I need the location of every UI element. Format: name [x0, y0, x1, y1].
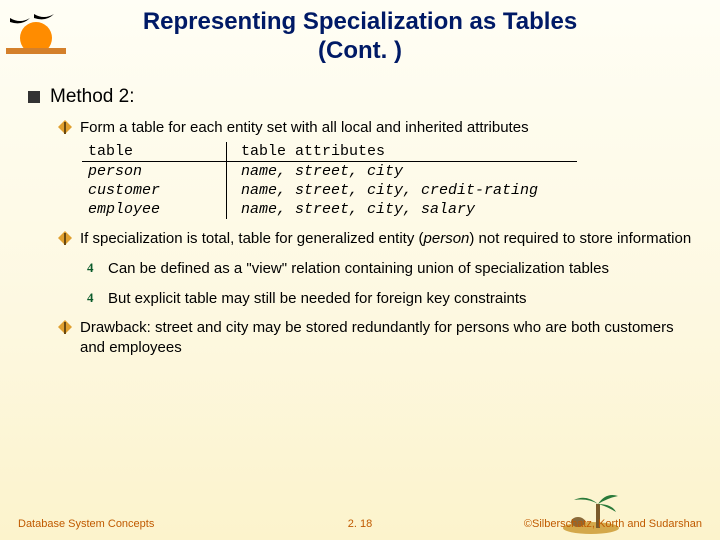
schema-header-attrs: table attributes	[227, 142, 577, 162]
subbullet-view: 4 Can be defined as a "view" relation co…	[86, 259, 692, 279]
slide-body: Method 2: Form a table for each entity s…	[0, 66, 720, 359]
schema-header-table: table	[82, 142, 227, 162]
sign-icon	[58, 320, 72, 337]
sunset-logo	[6, 8, 66, 58]
bullet-total-spec: If specialization is total, table for ge…	[58, 229, 692, 249]
slide-footer: Database System Concepts 2. 18 ©Silbersc…	[0, 518, 720, 530]
method-heading: Method 2:	[28, 86, 692, 108]
footer-copyright: ©Silberschatz, Korth and Sudarshan	[524, 518, 702, 530]
four-icon: 4	[86, 290, 100, 307]
schema-row: person name, street, city	[82, 162, 692, 181]
sign-icon	[58, 231, 72, 248]
schema-row: customer name, street, city, credit-rati…	[82, 181, 692, 200]
footer-page: 2. 18	[348, 518, 372, 530]
svg-text:4: 4	[87, 260, 94, 274]
schema-row: employee name, street, city, salary	[82, 200, 692, 219]
subbullet-fk: 4 But explicit table may still be needed…	[86, 289, 692, 309]
schema-table: table table attributes person name, stre…	[82, 142, 692, 219]
slide-title: Representing Specialization as Tables (C…	[0, 0, 720, 66]
four-icon: 4	[86, 260, 100, 277]
bullet-form-table: Form a table for each entity set with al…	[58, 118, 692, 138]
schema-header-row: table table attributes	[82, 142, 692, 162]
bullet-drawback: Drawback: street and city may be stored …	[58, 318, 692, 359]
square-bullet-icon	[28, 91, 40, 103]
svg-text:4: 4	[87, 290, 94, 304]
footer-left: Database System Concepts	[18, 518, 154, 530]
sign-icon	[58, 120, 72, 137]
